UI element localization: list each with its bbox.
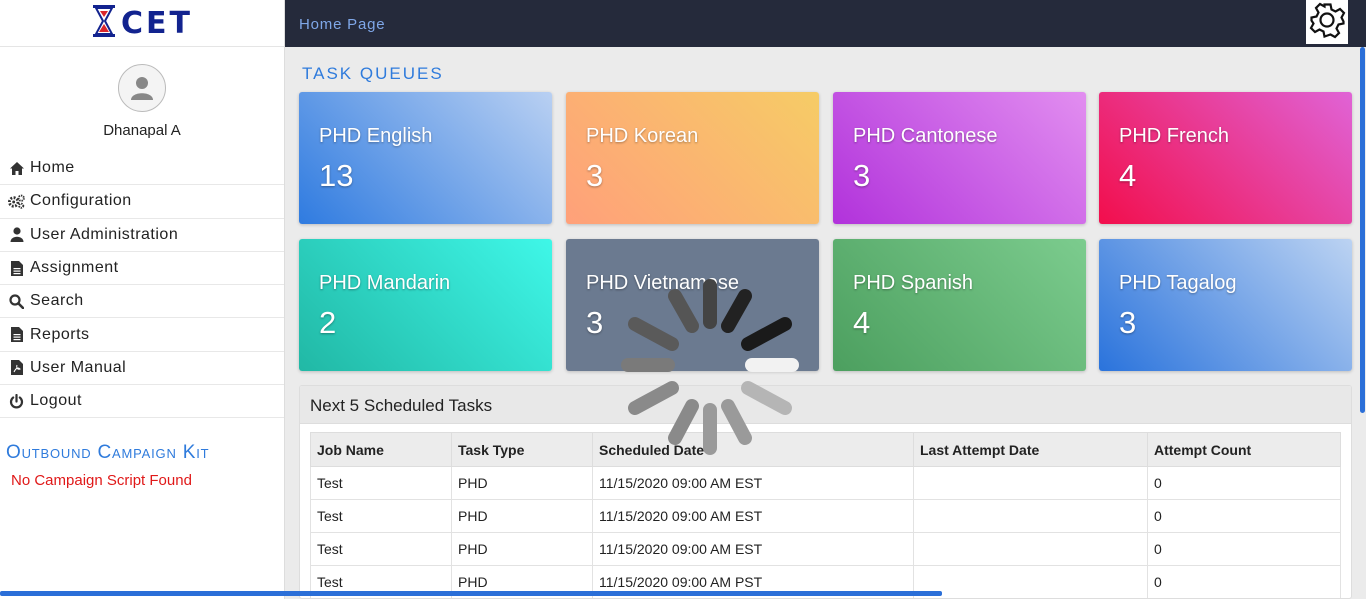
sidebar-item-user-manual[interactable]: User Manual	[0, 352, 284, 386]
table-cell: PHD	[451, 532, 593, 566]
table-cell: 0	[1147, 532, 1341, 566]
sidebar-item-assignment[interactable]: Assignment	[0, 252, 284, 286]
vertical-scrollbar[interactable]	[1360, 47, 1365, 413]
column-header[interactable]: Task Type	[451, 432, 593, 467]
sidebar-item-user-administration[interactable]: User Administration	[0, 219, 284, 252]
brand[interactable]: CET	[0, 0, 284, 47]
queue-card-count: 4	[1119, 158, 1137, 193]
scheduled-tasks-table: Job Name Task Type Scheduled Date Last A…	[310, 432, 1341, 598]
file-icon	[8, 326, 25, 343]
sidebar-item-label: Assignment	[30, 259, 119, 277]
queue-card-phd-cantonese[interactable]: PHD Cantonese 3	[833, 92, 1086, 224]
queue-card-phd-korean[interactable]: PHD Korean 3	[566, 92, 819, 224]
settings-button[interactable]	[1306, 0, 1348, 44]
page-title: Home Page	[299, 16, 386, 33]
sidebar-item-home[interactable]: Home	[0, 152, 284, 186]
sidebar-item-configuration[interactable]: Configuration	[0, 185, 284, 219]
user-icon	[8, 226, 25, 243]
queue-card-phd-tagalog[interactable]: PHD Tagalog 3	[1099, 239, 1352, 371]
queue-card-label: PHD French	[1119, 125, 1230, 147]
table-cell: 11/15/2020 09:00 AM EST	[592, 466, 914, 500]
gear-icon	[1308, 1, 1346, 44]
sidebar-item-label: User Manual	[30, 358, 127, 376]
table-cell: Test	[310, 499, 452, 533]
power-icon	[8, 393, 25, 410]
user-avatar-icon	[118, 64, 166, 112]
table-cell	[913, 499, 1148, 533]
sidebar-item-label: Search	[30, 292, 84, 310]
table-row[interactable]: Test PHD 11/15/2020 09:00 AM EST 0	[310, 532, 1341, 566]
sidebar-item-logout[interactable]: Logout	[0, 385, 284, 419]
queue-card-label: PHD Tagalog	[1119, 272, 1237, 294]
table-cell: Test	[310, 466, 452, 500]
file-icon	[8, 260, 25, 277]
queue-card-phd-spanish[interactable]: PHD Spanish 4	[833, 239, 1086, 371]
table-row[interactable]: Test PHD 11/15/2020 09:00 AM EST 0	[310, 499, 1341, 533]
queue-card-phd-english[interactable]: PHD English 13	[299, 92, 552, 224]
queue-card-count: 3	[853, 158, 871, 193]
queue-card-label: PHD Spanish	[853, 272, 974, 294]
search-icon	[8, 293, 25, 310]
brand-name: CET	[121, 5, 193, 41]
queue-card-label: PHD Mandarin	[319, 272, 451, 294]
table-cell: 0	[1147, 466, 1341, 500]
table-cell: PHD	[451, 466, 593, 500]
sidebar-menu: Home Configuration User Administration A…	[0, 152, 284, 419]
sidebar-item-label: Configuration	[30, 192, 132, 210]
queue-card-label: PHD English	[319, 125, 433, 147]
loading-spinner-icon	[620, 270, 800, 460]
queue-card-phd-mandarin[interactable]: PHD Mandarin 2	[299, 239, 552, 371]
table-cell	[913, 466, 1148, 500]
sidebar-item-label: Reports	[30, 325, 90, 343]
table-cell: 0	[1147, 499, 1341, 533]
sidebar-item-reports[interactable]: Reports	[0, 318, 284, 352]
user-name: Dhanapal A	[103, 122, 181, 139]
queue-card-label: PHD Cantonese	[853, 125, 998, 147]
hourglass-icon	[91, 4, 117, 43]
home-icon	[8, 160, 25, 177]
sidebar-item-label: Logout	[30, 392, 82, 410]
user-profile: Dhanapal A	[0, 47, 284, 152]
sidebar-item-label: Home	[30, 159, 75, 177]
queue-card-count: 4	[853, 305, 871, 340]
campaign-script-message: No Campaign Script Found	[11, 472, 192, 490]
sidebar-item-label: User Administration	[30, 225, 179, 243]
table-cell: 11/15/2020 09:00 AM EST	[592, 499, 914, 533]
queue-card-count: 3	[1119, 305, 1137, 340]
top-bar: Home Page	[285, 0, 1366, 47]
panel-title: Next 5 Scheduled Tasks	[300, 386, 1351, 424]
table-cell: 0	[1147, 565, 1341, 598]
table-row[interactable]: Test PHD 11/15/2020 09:00 AM EST 0	[310, 466, 1341, 500]
column-header[interactable]: Attempt Count	[1147, 432, 1341, 467]
task-queues-title: TASK QUEUES	[302, 64, 444, 83]
table-cell	[913, 565, 1148, 598]
queue-card-phd-french[interactable]: PHD French 4	[1099, 92, 1352, 224]
pdf-file-icon	[8, 359, 25, 376]
queue-card-count: 3	[586, 158, 604, 193]
campaign-kit-title: Outbound Campaign Kit	[6, 442, 210, 464]
queue-card-count: 2	[319, 305, 337, 340]
queue-card-count: 13	[319, 158, 354, 193]
column-header[interactable]: Job Name	[310, 432, 452, 467]
sidebar: CET Dhanapal A Home Configuration User A…	[0, 0, 285, 599]
table-header-row: Job Name Task Type Scheduled Date Last A…	[310, 432, 1341, 467]
column-header[interactable]: Last Attempt Date	[913, 432, 1148, 467]
table-cell	[913, 532, 1148, 566]
sidebar-item-search[interactable]: Search	[0, 285, 284, 319]
horizontal-scrollbar[interactable]	[0, 591, 942, 596]
cogs-icon	[8, 193, 25, 210]
queue-card-label: PHD Korean	[586, 125, 699, 147]
table-cell: 11/15/2020 09:00 AM EST	[592, 532, 914, 566]
table-cell: Test	[310, 532, 452, 566]
table-cell: PHD	[451, 499, 593, 533]
scheduled-tasks-panel: Next 5 Scheduled Tasks Job Name Task Typ…	[299, 385, 1352, 599]
